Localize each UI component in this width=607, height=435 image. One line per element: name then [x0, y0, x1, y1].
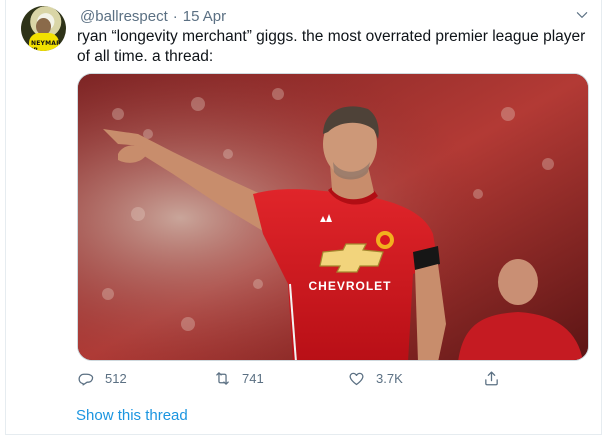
reply-button[interactable]: 512 — [77, 370, 127, 387]
avatar-name-text: NEYMAR JR — [31, 40, 61, 51]
author-handle[interactable]: @ballrespect — [80, 8, 168, 25]
tweet-photo[interactable]: CHEVROLET — [77, 73, 589, 361]
retweet-icon — [216, 372, 229, 385]
sponsor-text: CHEVROLET — [308, 279, 391, 293]
reply-icon — [78, 373, 94, 386]
heart-icon — [349, 372, 364, 386]
tweet-actions: 512 741 3.7K — [77, 370, 589, 392]
chevron-down-icon[interactable] — [575, 8, 589, 22]
separator: · — [172, 8, 178, 25]
show-thread-link[interactable]: Show this thread — [76, 407, 188, 424]
like-button[interactable]: 3.7K — [348, 370, 403, 387]
share-button[interactable] — [483, 370, 511, 387]
share-icon — [485, 371, 498, 386]
photo-illustration: CHEVROLET — [78, 74, 588, 360]
tweet-date[interactable]: 15 Apr — [183, 8, 226, 25]
retweet-count: 741 — [242, 371, 264, 386]
like-count: 3.7K — [376, 371, 403, 386]
tweet-header: @ballrespect · 15 Apr — [80, 8, 226, 25]
tweet-text: ryan “longevity merchant” giggs. the mos… — [77, 28, 586, 65]
retweet-button[interactable]: 741 — [214, 370, 264, 387]
avatar[interactable]: NEYMAR JR — [21, 6, 66, 51]
reply-count: 512 — [105, 371, 127, 386]
